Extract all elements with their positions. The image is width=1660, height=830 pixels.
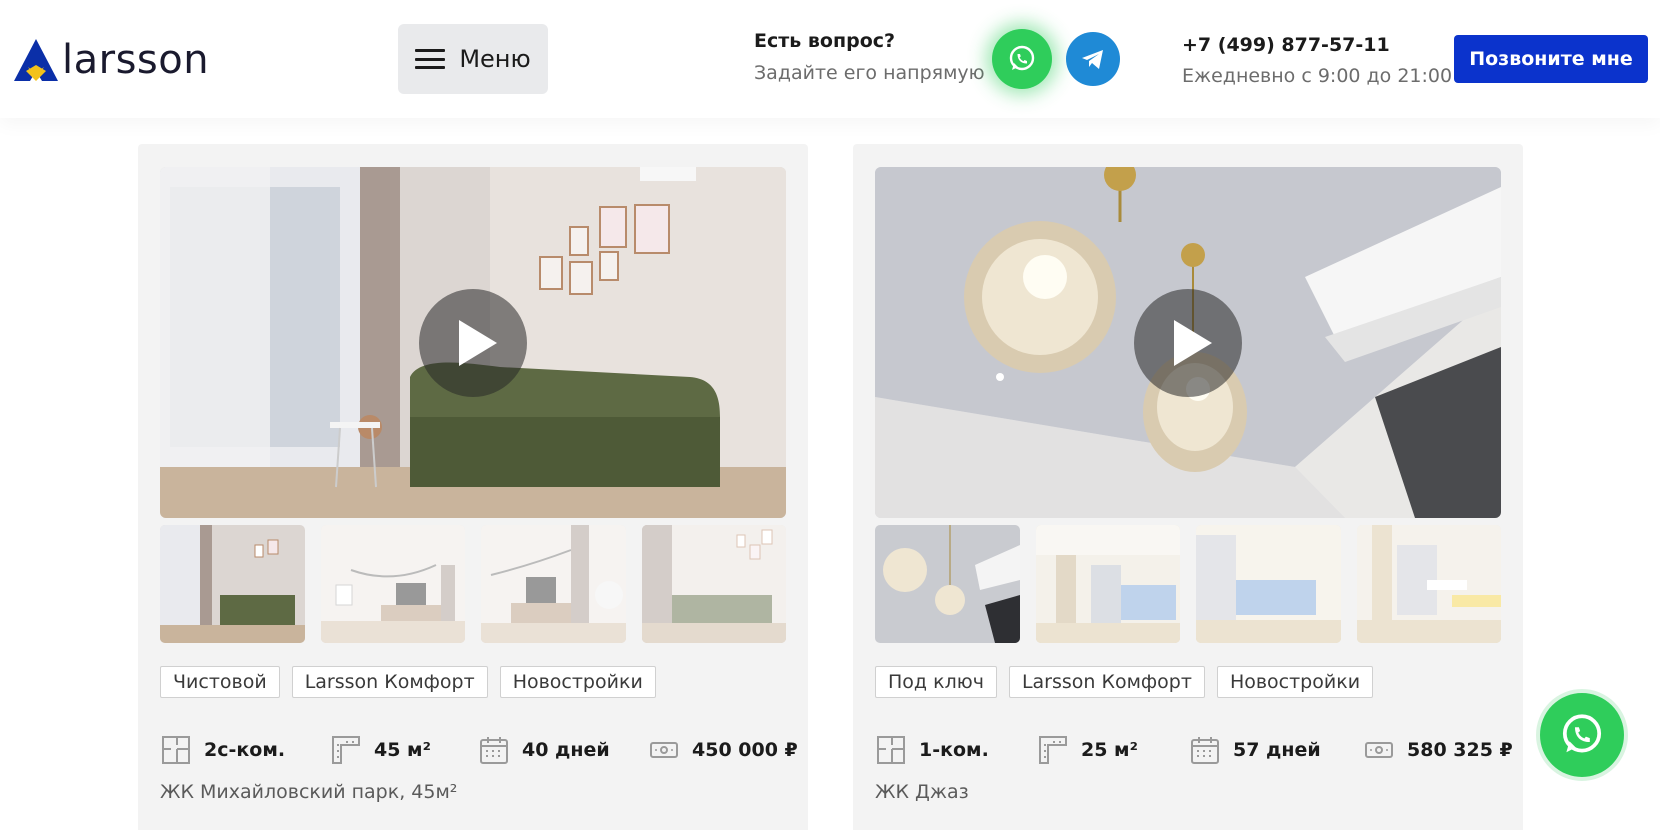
- tag[interactable]: Larsson Комфорт: [1008, 666, 1205, 698]
- tag[interactable]: Larsson Комфорт: [291, 666, 488, 698]
- area-value: 25 м²: [1081, 739, 1138, 761]
- calendar-icon: [478, 734, 510, 766]
- play-video-button[interactable]: [1134, 288, 1242, 397]
- project-address: ЖК Джаз: [875, 781, 969, 803]
- rooms-value: 2с-ком.: [204, 739, 286, 761]
- logo[interactable]: larsson: [12, 36, 209, 84]
- rooms-spec: 2с-ком.: [160, 730, 285, 770]
- floor-plan-icon: [160, 734, 192, 766]
- project-card: Под ключ Larsson Комфорт Новостройки 1-к…: [853, 144, 1523, 830]
- main-photo[interactable]: [160, 167, 786, 518]
- logo-mark-icon: [14, 39, 58, 81]
- whatsapp-icon: [1562, 714, 1602, 753]
- play-video-button[interactable]: [419, 288, 527, 397]
- price-spec: 580 325 ₽: [1363, 730, 1513, 770]
- menu-label: Меню: [459, 45, 531, 73]
- photo-thumbnails: [160, 525, 786, 643]
- tag[interactable]: Чистовой: [160, 666, 280, 698]
- duration-spec: 40 дней: [478, 730, 610, 770]
- rooms-value: 1-ком.: [919, 739, 989, 761]
- spec-row: 1-ком. 25 м² 57 дней 580 325 ₽: [875, 730, 1513, 770]
- logo-text: larsson: [62, 37, 210, 83]
- duration-spec: 57 дней: [1189, 730, 1321, 770]
- calendar-icon: [1189, 734, 1221, 766]
- price-value: 580 325 ₽: [1407, 739, 1513, 761]
- money-icon: [648, 734, 680, 766]
- hamburger-icon: [415, 49, 446, 69]
- price-value: 450 000 ₽: [692, 739, 798, 761]
- thumbnail[interactable]: [320, 525, 465, 643]
- project-card: Чистовой Larsson Комфорт Новостройки 2с-…: [138, 144, 808, 830]
- spec-row: 2с-ком. 45 м² 40 дней 450 000 ₽: [160, 730, 798, 770]
- thumbnail[interactable]: [1196, 525, 1341, 643]
- question-subtitle: Задайте его напрямую: [754, 62, 985, 84]
- ruler-icon: [330, 734, 362, 766]
- duration-value: 57 дней: [1233, 739, 1321, 761]
- whatsapp-floating-button[interactable]: [1536, 689, 1628, 781]
- duration-value: 40 дней: [522, 739, 610, 761]
- area-spec: 25 м²: [1037, 730, 1138, 770]
- price-spec: 450 000 ₽: [648, 730, 798, 770]
- call-me-button[interactable]: Позвоните мне: [1454, 35, 1648, 83]
- question-block: Есть вопрос? Задайте его напрямую: [754, 30, 985, 84]
- area-value: 45 м²: [374, 739, 431, 761]
- photo-thumbnails: [875, 525, 1501, 643]
- phone-block: +7 (499) 877-57-11 Ежедневно с 9:00 до 2…: [1182, 34, 1452, 87]
- whatsapp-icon: [1009, 45, 1035, 71]
- area-spec: 45 м²: [330, 730, 431, 770]
- working-hours: Ежедневно с 9:00 до 21:00: [1182, 65, 1453, 87]
- main-photo[interactable]: [875, 167, 1501, 518]
- menu-button[interactable]: Меню: [398, 24, 548, 94]
- telegram-button[interactable]: [1066, 32, 1120, 86]
- thumbnail[interactable]: [1035, 525, 1180, 643]
- tag[interactable]: Новостройки: [499, 666, 656, 698]
- floor-plan-icon: [875, 734, 907, 766]
- ruler-icon: [1037, 734, 1069, 766]
- telegram-icon: [1082, 50, 1103, 69]
- project-address: ЖК Михайловский парк, 45м²: [160, 781, 458, 803]
- phone-number[interactable]: +7 (499) 877-57-11: [1182, 34, 1452, 56]
- thumbnail[interactable]: [875, 525, 1020, 643]
- thumbnail[interactable]: [160, 525, 305, 643]
- site-header: larsson Меню Есть вопрос? Задайте его на…: [0, 0, 1660, 118]
- question-title: Есть вопрос?: [754, 30, 896, 52]
- thumbnail[interactable]: [481, 525, 626, 643]
- money-icon: [1363, 734, 1395, 766]
- tag[interactable]: Под ключ: [875, 666, 997, 698]
- rooms-spec: 1-ком.: [875, 730, 989, 770]
- thumbnail[interactable]: [641, 525, 786, 643]
- tag-list: Чистовой Larsson Комфорт Новостройки: [160, 666, 656, 698]
- whatsapp-button[interactable]: [992, 29, 1052, 89]
- tag-list: Под ключ Larsson Комфорт Новостройки: [875, 666, 1374, 698]
- thumbnail[interactable]: [1356, 525, 1501, 643]
- tag[interactable]: Новостройки: [1216, 666, 1374, 698]
